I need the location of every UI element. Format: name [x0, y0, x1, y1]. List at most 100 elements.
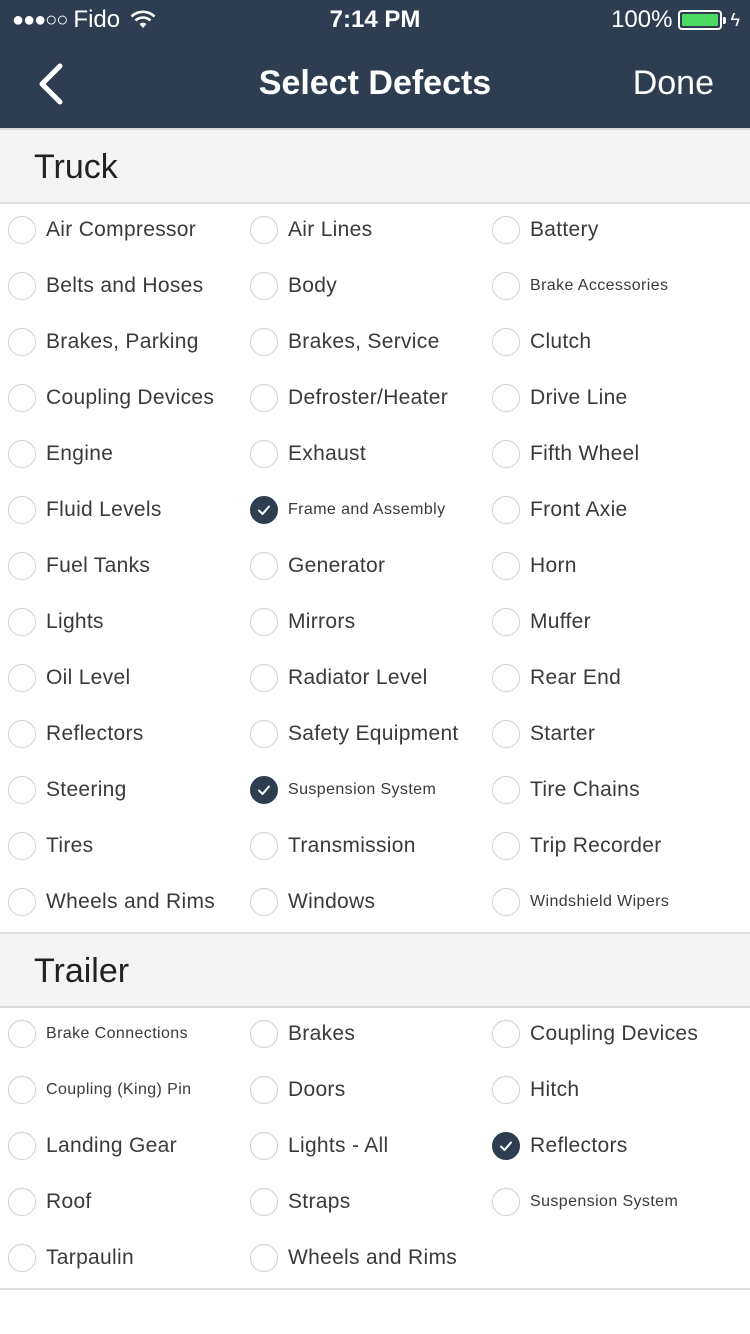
radio-circle-icon[interactable] — [8, 1132, 36, 1160]
radio-circle-icon[interactable] — [8, 1188, 36, 1216]
defect-option[interactable]: Roof — [0, 1174, 242, 1230]
radio-circle-icon[interactable] — [8, 1020, 36, 1048]
defect-option[interactable]: Wheels and Rims — [242, 1230, 484, 1286]
defect-option[interactable]: Brake Accessories — [484, 258, 750, 314]
radio-circle-icon[interactable] — [492, 328, 520, 356]
defect-option[interactable]: Transmission — [242, 818, 484, 874]
radio-circle-icon[interactable] — [250, 1244, 278, 1272]
defect-option[interactable]: Horn — [484, 538, 750, 594]
radio-circle-icon[interactable] — [250, 1076, 278, 1104]
radio-circle-icon[interactable] — [492, 1020, 520, 1048]
defect-option[interactable]: Lights — [0, 594, 242, 650]
radio-circle-icon[interactable] — [250, 888, 278, 916]
radio-circle-icon[interactable] — [8, 888, 36, 916]
defect-option[interactable]: Brakes, Service — [242, 314, 484, 370]
defect-option[interactable]: Fluid Levels — [0, 482, 242, 538]
done-button[interactable]: Done — [633, 64, 714, 103]
radio-circle-icon[interactable] — [250, 1188, 278, 1216]
radio-circle-icon[interactable] — [8, 720, 36, 748]
defect-option[interactable]: Safety Equipment — [242, 706, 484, 762]
defect-option[interactable]: Fifth Wheel — [484, 426, 750, 482]
radio-circle-icon[interactable] — [492, 384, 520, 412]
defect-option[interactable]: Rear End — [484, 650, 750, 706]
radio-circle-icon[interactable] — [492, 608, 520, 636]
radio-circle-icon[interactable] — [492, 888, 520, 916]
defect-option[interactable]: Mirrors — [242, 594, 484, 650]
defect-option[interactable]: Brake Connections — [0, 1006, 242, 1062]
radio-circle-icon[interactable] — [8, 1244, 36, 1272]
defect-option[interactable]: Muffer — [484, 594, 750, 650]
radio-circle-icon[interactable] — [250, 384, 278, 412]
defect-option[interactable]: Oil Level — [0, 650, 242, 706]
defect-option[interactable]: Frame and Assembly — [242, 482, 484, 538]
defect-option[interactable]: Reflectors — [484, 1118, 750, 1174]
defect-option[interactable]: Hitch — [484, 1062, 750, 1118]
radio-circle-icon[interactable] — [8, 832, 36, 860]
radio-circle-icon[interactable] — [492, 776, 520, 804]
radio-circle-icon[interactable] — [492, 832, 520, 860]
defect-option[interactable]: Wheels and Rims — [0, 874, 242, 930]
defect-option[interactable]: Radiator Level — [242, 650, 484, 706]
defect-option[interactable]: Windows — [242, 874, 484, 930]
radio-circle-icon[interactable] — [8, 216, 36, 244]
defect-option[interactable]: Fuel Tanks — [0, 538, 242, 594]
radio-circle-icon[interactable] — [492, 440, 520, 468]
defect-option[interactable]: Generator — [242, 538, 484, 594]
defect-option[interactable]: Reflectors — [0, 706, 242, 762]
radio-circle-icon[interactable] — [8, 384, 36, 412]
defect-option[interactable]: Front Axie — [484, 482, 750, 538]
radio-circle-icon[interactable] — [492, 1076, 520, 1104]
radio-circle-icon[interactable] — [492, 496, 520, 524]
defect-option[interactable]: Windshield Wipers — [484, 874, 750, 930]
radio-circle-icon[interactable] — [492, 272, 520, 300]
defect-option[interactable]: Engine — [0, 426, 242, 482]
radio-circle-icon[interactable] — [250, 440, 278, 468]
radio-circle-icon[interactable] — [492, 552, 520, 580]
radio-circle-icon[interactable] — [492, 216, 520, 244]
defect-option[interactable]: Coupling Devices — [0, 370, 242, 426]
radio-circle-icon[interactable] — [8, 552, 36, 580]
radio-circle-icon[interactable] — [492, 1188, 520, 1216]
radio-circle-icon[interactable] — [250, 328, 278, 356]
radio-circle-icon[interactable] — [8, 1076, 36, 1104]
defect-option[interactable]: Straps — [242, 1174, 484, 1230]
back-button[interactable] — [30, 60, 80, 110]
defect-option[interactable]: Landing Gear — [0, 1118, 242, 1174]
radio-circle-icon[interactable] — [8, 664, 36, 692]
defect-option[interactable]: Lights - All — [242, 1118, 484, 1174]
checkmark-circle-icon[interactable] — [492, 1132, 520, 1160]
checkmark-circle-icon[interactable] — [250, 776, 278, 804]
radio-circle-icon[interactable] — [492, 664, 520, 692]
defect-option[interactable]: Trip Recorder — [484, 818, 750, 874]
defect-option[interactable]: Coupling (King) Pin — [0, 1062, 242, 1118]
radio-circle-icon[interactable] — [250, 608, 278, 636]
radio-circle-icon[interactable] — [250, 832, 278, 860]
defect-option[interactable]: Steering — [0, 762, 242, 818]
defect-option[interactable]: Clutch — [484, 314, 750, 370]
checkmark-circle-icon[interactable] — [250, 496, 278, 524]
defect-option[interactable]: Body — [242, 258, 484, 314]
radio-circle-icon[interactable] — [250, 664, 278, 692]
defect-option[interactable]: Brakes — [242, 1006, 484, 1062]
radio-circle-icon[interactable] — [250, 552, 278, 580]
defect-option[interactable]: Suspension System — [484, 1174, 750, 1230]
defect-option[interactable]: Exhaust — [242, 426, 484, 482]
radio-circle-icon[interactable] — [8, 496, 36, 524]
defect-option[interactable]: Brakes, Parking — [0, 314, 242, 370]
defect-option[interactable]: Tire Chains — [484, 762, 750, 818]
defect-option[interactable]: Defroster/Heater — [242, 370, 484, 426]
defect-option[interactable]: Drive Line — [484, 370, 750, 426]
radio-circle-icon[interactable] — [8, 776, 36, 804]
radio-circle-icon[interactable] — [8, 328, 36, 356]
radio-circle-icon[interactable] — [8, 608, 36, 636]
radio-circle-icon[interactable] — [250, 216, 278, 244]
defect-option[interactable]: Tires — [0, 818, 242, 874]
radio-circle-icon[interactable] — [250, 1132, 278, 1160]
radio-circle-icon[interactable] — [8, 440, 36, 468]
defect-option[interactable]: Air Compressor — [0, 202, 242, 258]
radio-circle-icon[interactable] — [250, 720, 278, 748]
defect-option[interactable]: Suspension System — [242, 762, 484, 818]
defect-option[interactable]: Tarpaulin — [0, 1230, 242, 1286]
radio-circle-icon[interactable] — [492, 720, 520, 748]
radio-circle-icon[interactable] — [250, 1020, 278, 1048]
